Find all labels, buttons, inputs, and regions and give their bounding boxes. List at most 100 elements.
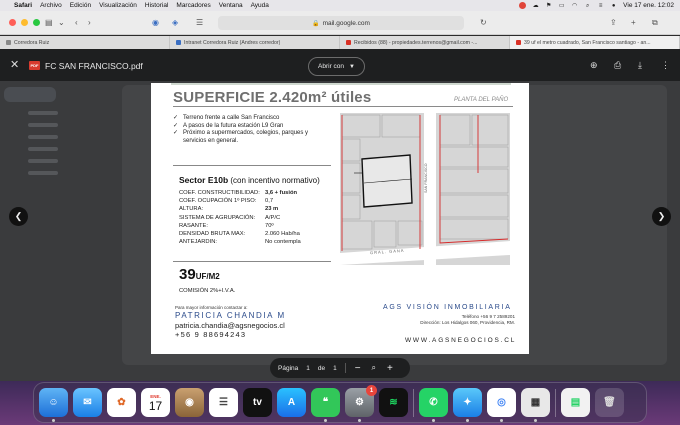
back-icon[interactable]: ‹ [75,18,78,27]
menu-archivo[interactable]: Archivo [40,2,62,9]
contact-email[interactable]: patricia.chandia@agsnegocios.cl [175,321,286,330]
zoom-window-button[interactable] [33,19,40,26]
close-window-button[interactable] [9,19,16,26]
download-icon[interactable]: ⤓ [638,60,642,71]
app-store-icon[interactable]: A [277,388,306,417]
menu-bar: Safari Archivo Edición Visualización His… [0,0,680,11]
tab-san-francisco[interactable]: 39 uf el metro cuadrado, San Francisco s… [510,36,680,49]
specs-divider [173,261,331,262]
forward-icon[interactable]: › [88,18,91,27]
running-indicator [324,419,327,422]
menu-clock[interactable]: Vie 17 ene. 12:02 [623,2,674,9]
minimize-window-button[interactable] [21,19,28,26]
feature-item: Terreno frente a calle San Francisco [173,115,328,123]
tab-recibidos[interactable]: Recibidos (88) - propiedades.terrenos@gm… [340,36,510,49]
menu-edicion[interactable]: Edición [70,2,91,9]
new-tab-icon[interactable]: + [631,18,636,27]
zoom-in-button[interactable]: + [386,363,394,374]
company-details: Teléfono +56 9 7 2589201 Dirección: Los … [391,314,515,327]
spotify-icon[interactable]: ≋ [379,388,408,417]
features-divider [173,165,331,166]
print-icon[interactable]: ⎙ [614,60,621,71]
spec-table: Coef. Constructibilidad: 3,6 + fusión Coe… [179,189,345,246]
battery-icon[interactable]: ▭ [558,3,565,9]
sidebar-placeholder [28,123,58,127]
tab-overview-icon[interactable]: ⧉ [652,18,658,28]
extension-icon[interactable]: ◉ [152,18,159,27]
page-total: 1 [333,364,337,372]
address-bar[interactable]: 🔒 mail.google.com [218,16,464,30]
sidebar-icon[interactable]: ▤ [45,18,53,27]
menu-marcadores[interactable]: Marcadores [176,2,210,9]
status-area: ☁ ⚑ ▭ ◠ ⌕ ≡ ● Vie 17 ene. 12:02 [519,2,674,9]
menu-ayuda[interactable]: Ayuda [251,2,269,9]
site-plan-map: SAN FRANCISCO GRAL. GANA [340,113,510,265]
window-controls [9,19,40,26]
control-center-icon[interactable]: ≡ [597,3,604,9]
apple-tv-icon[interactable]: tv [243,388,272,417]
next-attachment-button[interactable]: ❯ [652,207,671,226]
lock-icon: 🔒 [312,20,320,27]
system-settings-icon[interactable]: ⚙ 1 [345,385,377,422]
zoom-out-button[interactable]: − [354,363,362,374]
street-label-vertical: SAN FRANCISCO [424,163,428,193]
title-divider [173,106,513,107]
flag-icon[interactable]: ⚑ [545,3,552,9]
mail-icon[interactable]: ✉ [73,388,102,417]
company-name: AGS VISIÓN INMOBILIARIA [383,304,512,311]
user-icon[interactable]: ● [610,3,617,9]
finder-icon[interactable]: ☺ [39,388,68,422]
trash-icon[interactable]: 🗑 [595,388,624,417]
close-icon[interactable]: ✕ [10,58,19,71]
calendar-icon[interactable]: ENE. 17 [141,388,170,417]
feature-item: Próximo a supermercados, colegios, parqu… [173,130,328,145]
menu-ventana[interactable]: Ventana [219,2,243,9]
contact-intro: Para mayor información contactar a: [175,305,248,310]
menu-app[interactable]: Safari [14,2,32,9]
company-address: Dirección: Los Hidalgos 060, Providencia… [420,320,515,326]
share-icon[interactable]: ⇪ [610,18,617,27]
messages-icon[interactable]: ❝ [311,388,340,422]
reminders-icon[interactable]: ☰ [209,388,238,417]
contact-phone: +56 9 88694243 [175,330,247,339]
spec-row: Rasante: 70º [179,222,274,229]
wifi-icon[interactable]: ◠ [571,3,578,9]
reload-icon[interactable]: ↻ [480,18,487,27]
spotlight-icon[interactable]: ⌕ [584,3,591,9]
dock-divider [413,388,414,417]
creative-cloud-icon[interactable]: ☁ [532,3,539,9]
add-to-drive-icon[interactable]: ⊕ [590,60,598,71]
open-with-button[interactable]: Abrir con ▼ [308,57,365,76]
menu-visualizacion[interactable]: Visualización [99,2,137,9]
shield-icon[interactable]: ◈ [172,18,178,27]
running-indicator [500,419,503,422]
page-menu-icon[interactable]: ☰ [196,18,203,27]
photos-icon[interactable]: ✿ [107,388,136,417]
page-label: Página [278,364,299,372]
chevron-down-icon: ▼ [349,63,355,70]
chrome-icon[interactable]: ◎ [487,388,516,422]
contacts-icon[interactable]: ◉ [175,388,204,417]
spec-row: Altura: 23 m [179,206,279,213]
previous-attachment-button[interactable]: ❮ [9,207,28,226]
page-number-input[interactable]: 1 [306,365,310,372]
chevron-left-icon: ❮ [14,211,23,221]
feature-list: Terreno frente a calle San Francisco A p… [173,115,328,145]
dock: ☺ ✉ ✿ ENE. 17 ◉ ☰ tv A ❝ ⚙ 1 ≋ ✆ ✦ ◎ ▦ ▤ … [33,382,647,423]
running-indicator [52,419,55,422]
preview-icon[interactable]: ▦ [521,388,550,422]
screen-recording-icon[interactable] [519,2,527,9]
company-website[interactable]: WWW.AGSNEGOCIOS.CL [405,337,516,344]
spec-row: Antejardin: No contempla [179,239,301,246]
zoom-icon[interactable]: ⌕ [370,363,378,373]
whatsapp-icon[interactable]: ✆ [419,388,448,422]
downloads-stack-icon[interactable]: ▤ [561,388,590,417]
plan-label: PLANTA DEL PAÑO [454,97,509,103]
menu-historial[interactable]: Historial [145,2,168,9]
tab-corredora-ruiz[interactable]: Corredora Ruiz [0,36,170,49]
safari-icon[interactable]: ✦ [453,388,482,422]
more-options-icon[interactable]: ⋮ [661,60,670,71]
chevron-down-icon[interactable]: ⌄ [58,18,65,27]
tab-intranet[interactable]: Intranet Corredora Ruiz (Andres corredor… [170,36,340,49]
running-indicator [432,419,435,422]
